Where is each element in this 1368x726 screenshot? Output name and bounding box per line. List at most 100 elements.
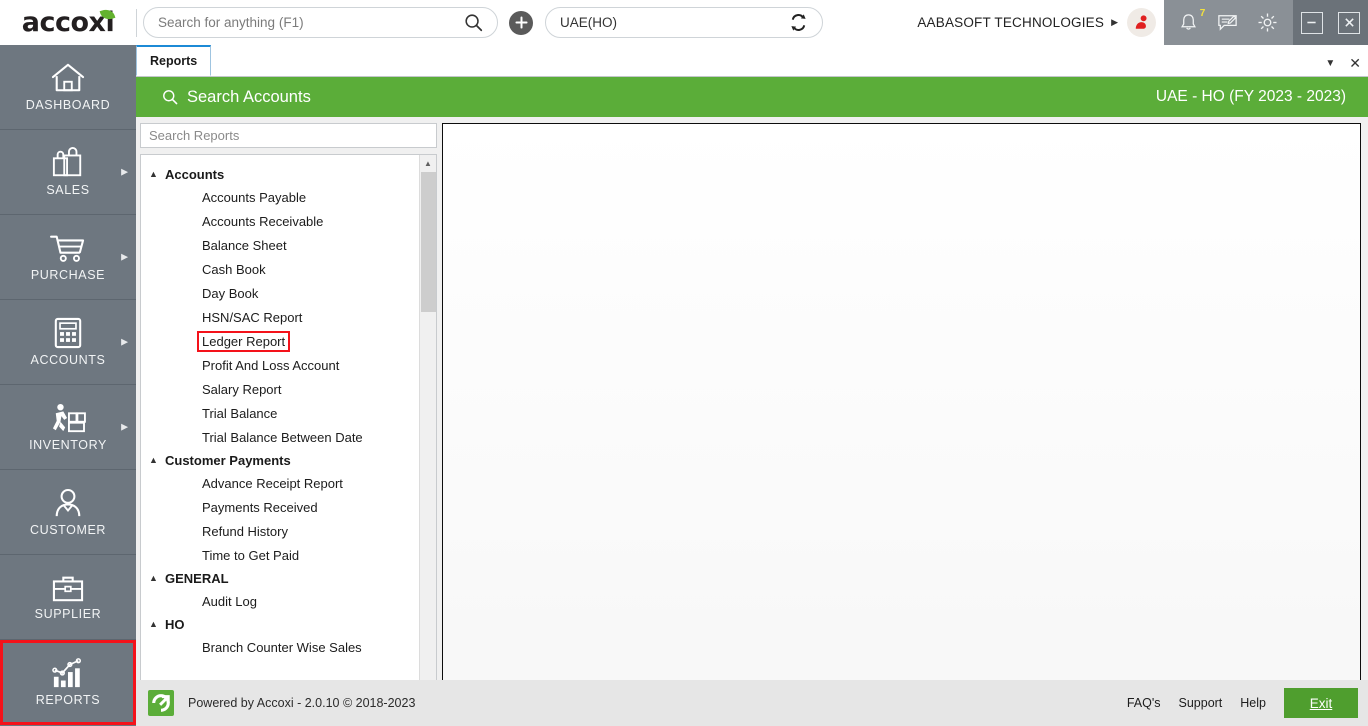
report-item-label: Payments Received — [202, 499, 318, 515]
chevron-up-icon[interactable]: ▲ — [149, 619, 158, 629]
sidebar-item-label: REPORTS — [35, 693, 101, 707]
report-item-advance-receipt-report[interactable]: Advance Receipt Report — [141, 471, 419, 495]
report-item-label: Trial Balance Between Date — [202, 429, 363, 445]
sidebar-item-inventory[interactable]: INVENTORY ▶ — [0, 385, 136, 470]
report-group-accounts[interactable]: ▲ Accounts — [141, 163, 419, 185]
bar-chart-icon — [52, 658, 81, 688]
chevron-right-icon[interactable]: ▶ — [121, 252, 128, 263]
report-item-label: HSN/SAC Report — [202, 309, 303, 325]
search-accounts-button[interactable]: Search Accounts — [162, 88, 311, 107]
report-group-customer-payments[interactable]: ▲ Customer Payments — [141, 449, 419, 471]
sidebar-item-reports[interactable]: REPORTS — [0, 640, 136, 725]
report-item-day-book[interactable]: Day Book — [141, 281, 419, 305]
company-selector[interactable]: AABASOFT TECHNOLOGIES ▶ — [917, 0, 1164, 45]
chevron-up-icon[interactable]: ▲ — [149, 573, 158, 583]
report-item-audit-log[interactable]: Audit Log — [141, 589, 419, 613]
notification-count-badge: 7 — [1199, 8, 1206, 19]
chevron-right-icon[interactable]: ▶ — [121, 167, 128, 178]
reports-tree-content: ▲ Accounts Accounts Payable Accounts Rec… — [141, 155, 419, 725]
global-search[interactable] — [143, 7, 498, 38]
tab-bar: Reports ▼ ✕ — [136, 45, 1368, 77]
notes-icon[interactable] — [1216, 11, 1239, 34]
report-item-hsn-sac-report[interactable]: HSN/SAC Report — [141, 305, 419, 329]
report-item-label: Branch Counter Wise Sales — [202, 639, 362, 655]
report-item-label: Trial Balance — [202, 405, 278, 421]
footer-bar: Powered by Accoxi - 2.0.10 © 2018-2023 F… — [136, 680, 1368, 726]
close-button[interactable] — [1338, 11, 1361, 34]
warehouse-worker-icon — [52, 403, 86, 433]
sidebar-nav: DASHBOARD SALES ▶ PURCHASE ▶ ACCOUNTS ▶ … — [0, 45, 136, 726]
footer-link-faqs[interactable]: FAQ's — [1127, 696, 1161, 710]
report-item-ledger-report[interactable]: Ledger Report — [141, 329, 419, 353]
sidebar-item-label: SALES — [46, 183, 90, 197]
system-icon-group: 7 — [1164, 0, 1293, 45]
branch-selector[interactable]: UAE(HO) — [545, 7, 823, 38]
bell-icon[interactable]: 7 — [1178, 8, 1205, 33]
report-item-trial-balance[interactable]: Trial Balance — [141, 401, 419, 425]
scroll-up-arrow-icon[interactable]: ▲ — [420, 155, 437, 172]
exit-button[interactable]: Exit — [1284, 688, 1358, 718]
search-reports-input[interactable] — [149, 128, 428, 143]
report-item-balance-sheet[interactable]: Balance Sheet — [141, 233, 419, 257]
report-item-branch-counter-wise-sales[interactable]: Branch Counter Wise Sales — [141, 635, 419, 659]
reports-tree: ▲ Accounts Accounts Payable Accounts Rec… — [140, 154, 437, 726]
sidebar-item-customer[interactable]: CUSTOMER — [0, 470, 136, 555]
sidebar-item-accounts[interactable]: ACCOUNTS ▶ — [0, 300, 136, 385]
report-item-label: Accounts Payable — [202, 189, 307, 205]
report-item-profit-and-loss-account[interactable]: Profit And Loss Account — [141, 353, 419, 377]
body-area: ▲ Accounts Accounts Payable Accounts Rec… — [136, 117, 1368, 726]
chevron-right-icon[interactable]: ▶ — [121, 337, 128, 348]
application-window: accoxi UAE(HO) — [0, 0, 1368, 726]
report-item-salary-report[interactable]: Salary Report — [141, 377, 419, 401]
report-item-payments-received[interactable]: Payments Received — [141, 495, 419, 519]
reports-scrollbar[interactable]: ▲ ▼ — [419, 155, 436, 725]
company-caret-icon[interactable]: ▶ — [1111, 17, 1118, 28]
sidebar-item-supplier[interactable]: SUPPLIER — [0, 555, 136, 640]
search-input[interactable] — [158, 15, 464, 30]
page-title: Search Accounts — [187, 87, 311, 106]
search-icon[interactable] — [464, 13, 483, 32]
sidebar-item-label: ACCOUNTS — [30, 353, 106, 367]
group-label: Customer Payments — [165, 452, 291, 468]
switch-branch-icon[interactable] — [789, 13, 808, 32]
gear-icon[interactable] — [1256, 11, 1279, 34]
sidebar-item-label: DASHBOARD — [25, 98, 111, 112]
report-item-label: Cash Book — [202, 261, 266, 277]
tab-reports[interactable]: Reports — [136, 45, 212, 76]
report-item-trial-balance-between-date[interactable]: Trial Balance Between Date — [141, 425, 419, 449]
report-group-general[interactable]: ▲ GENERAL — [141, 567, 419, 589]
calculator-icon — [54, 317, 82, 349]
sidebar-item-purchase[interactable]: PURCHASE ▶ — [0, 215, 136, 300]
report-item-time-to-get-paid[interactable]: Time to Get Paid — [141, 543, 419, 567]
scrollbar-thumb[interactable] — [420, 172, 436, 312]
chevron-up-icon[interactable]: ▲ — [149, 455, 158, 465]
scrollbar-track[interactable] — [420, 172, 437, 708]
chevron-down-icon[interactable]: ▼ — [1325, 58, 1335, 69]
report-item-label: Balance Sheet — [202, 237, 287, 253]
add-new-button[interactable] — [509, 10, 533, 35]
chevron-right-icon[interactable]: ▶ — [121, 422, 128, 433]
sidebar-item-sales[interactable]: SALES ▶ — [0, 130, 136, 215]
minimize-button[interactable] — [1300, 11, 1323, 34]
report-item-label: Profit And Loss Account — [202, 357, 340, 373]
tab-bar-controls: ▼ ✕ — [1325, 56, 1361, 70]
reports-list-panel: ▲ Accounts Accounts Payable Accounts Rec… — [140, 123, 437, 726]
sidebar-item-label: PURCHASE — [30, 268, 106, 282]
sidebar-item-label: CUSTOMER — [29, 523, 107, 537]
report-item-accounts-receivable[interactable]: Accounts Receivable — [141, 209, 419, 233]
report-item-refund-history[interactable]: Refund History — [141, 519, 419, 543]
report-item-label: Accounts Receivable — [202, 213, 324, 229]
footer-link-help[interactable]: Help — [1240, 696, 1266, 710]
footer-link-support[interactable]: Support — [1179, 696, 1223, 710]
chevron-up-icon[interactable]: ▲ — [149, 169, 158, 179]
report-item-accounts-payable[interactable]: Accounts Payable — [141, 185, 419, 209]
report-group-ho[interactable]: ▲ HO — [141, 613, 419, 635]
report-item-cash-book[interactable]: Cash Book — [141, 257, 419, 281]
sidebar-item-dashboard[interactable]: DASHBOARD — [0, 45, 136, 130]
avatar[interactable] — [1127, 8, 1156, 37]
close-icon[interactable]: ✕ — [1349, 56, 1361, 70]
group-label: GENERAL — [165, 570, 229, 586]
report-item-label: Ledger Report — [196, 330, 291, 352]
reports-search-box[interactable] — [140, 123, 437, 148]
briefcase-icon — [52, 576, 84, 602]
